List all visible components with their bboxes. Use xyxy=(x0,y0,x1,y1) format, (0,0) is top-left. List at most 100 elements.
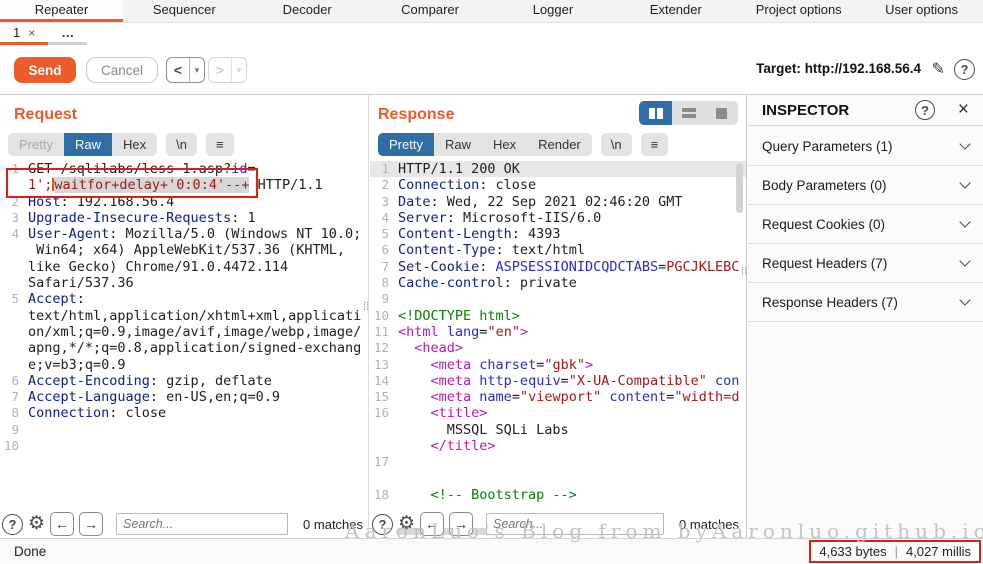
layout-single-icon[interactable] xyxy=(705,101,738,125)
tab-user-options[interactable]: User options xyxy=(860,0,983,22)
cancel-button[interactable]: Cancel xyxy=(86,57,158,83)
code-line: 8 Connection: close xyxy=(0,405,368,421)
response-newline-toggle[interactable]: \n xyxy=(600,133,632,156)
code-line: 11 <html lang="en"> xyxy=(370,324,746,340)
section-label: Response Headers (7) xyxy=(762,294,898,310)
response-panel-title: Response xyxy=(378,106,455,123)
tab-project-options[interactable]: Project options xyxy=(737,0,860,22)
response-tab-pretty[interactable]: Pretty xyxy=(378,133,434,156)
code-line: 12 <head> xyxy=(370,340,746,356)
metrics-separator: | xyxy=(894,544,898,559)
request-tab-raw[interactable]: Raw xyxy=(63,133,112,156)
request-search-input[interactable] xyxy=(116,513,289,535)
request-view-tabs: Pretty Raw Hex \n ≡ xyxy=(8,133,234,156)
response-match-count: 0 matches xyxy=(679,516,740,532)
code-line: 18 <!-- Bootstrap --> xyxy=(370,487,746,503)
response-search-input[interactable] xyxy=(486,513,665,535)
line-number: 12 xyxy=(373,340,389,356)
line-number: 18 xyxy=(373,486,389,502)
code-line: Safari/537.36 xyxy=(0,275,368,291)
request-editor[interactable]: 1 GET /sqlilabs/less-1.asp?id= 1'; waitfor+… xyxy=(0,161,368,536)
tab-repeater[interactable]: Repeater xyxy=(0,0,123,22)
code-line: 4 User-Agent: Mozilla/5.0 (Windows NT 10.… xyxy=(0,226,368,242)
search-help-icon[interactable]: ? xyxy=(372,513,393,535)
chevron-down-icon[interactable] xyxy=(959,177,971,189)
section-request-headers[interactable]: Request Headers (7) xyxy=(748,244,983,283)
response-menu-icon[interactable]: ≡ xyxy=(640,133,669,156)
tab-decoder[interactable]: Decoder xyxy=(246,0,369,22)
line-number xyxy=(0,275,24,291)
line-number: 7 xyxy=(381,258,389,274)
burp-repeater-window: Repeater Sequencer Decoder Comparer Logg… xyxy=(0,0,983,564)
layout-columns-icon[interactable] xyxy=(639,101,672,125)
forward-button[interactable]: > ▾ xyxy=(208,57,247,83)
response-vertical-scrollbar[interactable] xyxy=(736,163,743,213)
request-tab-pretty[interactable]: Pretty xyxy=(8,133,64,156)
response-bytes: 4,633 bytes xyxy=(819,544,887,559)
inspector-close-icon[interactable]: × xyxy=(958,99,969,121)
session-tab-1[interactable]: 1 × xyxy=(0,23,49,45)
code-line xyxy=(370,471,746,487)
edit-target-icon[interactable]: ✎ xyxy=(932,59,945,79)
request-newline-toggle[interactable]: \n xyxy=(166,133,197,156)
chevron-down-icon[interactable] xyxy=(959,255,971,267)
target-display: Target: http://192.168.56.4 xyxy=(756,61,921,76)
gear-icon[interactable]: ⚙ xyxy=(28,514,45,534)
close-tab-icon[interactable]: × xyxy=(28,26,35,40)
layout-toggle-group xyxy=(639,101,738,125)
inspector-header: INSPECTOR ? × xyxy=(748,95,983,126)
section-query-parameters[interactable]: Query Parameters (1) xyxy=(748,127,983,166)
inspector-panel: INSPECTOR ? × Query Parameters (1) Body … xyxy=(748,95,983,538)
search-help-icon[interactable]: ? xyxy=(2,513,23,535)
next-match-button[interactable]: → xyxy=(79,512,104,536)
line-number xyxy=(0,308,24,324)
code-line: 14 <meta http-equiv="X-UA-Compatible" co… xyxy=(370,373,746,389)
tab-comparer[interactable]: Comparer xyxy=(369,0,492,22)
gear-icon[interactable]: ⚙ xyxy=(398,514,415,534)
next-match-button[interactable]: → xyxy=(449,512,474,536)
back-dropdown-icon[interactable]: ▾ xyxy=(189,58,204,82)
line-number: 2 xyxy=(381,177,389,193)
code-line: 9 xyxy=(370,291,746,307)
code-line: 3 Date: Wed, 22 Sep 2021 02:46:20 GMT xyxy=(370,194,746,210)
line-number xyxy=(0,259,24,275)
response-metrics-annotation: 4,633 bytes | 4,027 millis xyxy=(809,540,981,563)
line-number: 3 xyxy=(381,193,389,209)
chevron-down-icon[interactable] xyxy=(959,294,971,306)
help-icon[interactable]: ? xyxy=(954,59,975,80)
code-line: e;v=b3;q=0.9 xyxy=(0,357,368,373)
line-number: 17 xyxy=(373,454,389,470)
response-tab-raw[interactable]: Raw xyxy=(434,133,482,156)
prev-match-button[interactable]: ← xyxy=(50,512,75,536)
code-line: 9 xyxy=(0,422,368,438)
line-number: 10 xyxy=(3,438,19,454)
prev-match-button[interactable]: ← xyxy=(420,512,445,536)
inspector-resize-handle[interactable]: ⁞⁞ xyxy=(741,267,747,278)
response-editor[interactable]: 1 HTTP/1.1 200 OK 2 Connection: close 3 Date:… xyxy=(370,161,746,536)
request-tab-hex[interactable]: Hex xyxy=(112,133,157,156)
request-menu-icon[interactable]: ≡ xyxy=(205,133,234,156)
status-bar: Done 4,633 bytes | 4,027 millis xyxy=(0,538,983,564)
section-body-parameters[interactable]: Body Parameters (0) xyxy=(748,166,983,205)
tab-logger[interactable]: Logger xyxy=(492,0,615,22)
layout-rows-icon[interactable] xyxy=(672,101,705,125)
target-label: Target: xyxy=(756,61,801,76)
line-number: 14 xyxy=(373,372,389,388)
code-line: MSSQL SQLi Labs xyxy=(370,422,746,438)
line-number: 8 xyxy=(11,405,19,421)
chevron-down-icon[interactable] xyxy=(959,138,971,150)
session-tab-more[interactable]: … xyxy=(48,23,88,45)
chevron-down-icon[interactable] xyxy=(959,216,971,228)
section-request-cookies[interactable]: Request Cookies (0) xyxy=(748,205,983,244)
response-tab-hex[interactable]: Hex xyxy=(482,133,527,156)
request-resize-handle[interactable]: ⁞⁞ xyxy=(363,302,369,313)
tab-sequencer[interactable]: Sequencer xyxy=(123,0,246,22)
send-button[interactable]: Send xyxy=(14,57,76,83)
line-number xyxy=(0,340,24,356)
response-tab-render[interactable]: Render xyxy=(527,133,592,156)
inspector-help-icon[interactable]: ? xyxy=(915,100,935,120)
section-response-headers[interactable]: Response Headers (7) xyxy=(748,283,983,322)
code-line: 6 Content-Type: text/html xyxy=(370,242,746,258)
back-button[interactable]: < ▾ xyxy=(166,57,205,83)
tab-extender[interactable]: Extender xyxy=(614,0,737,22)
